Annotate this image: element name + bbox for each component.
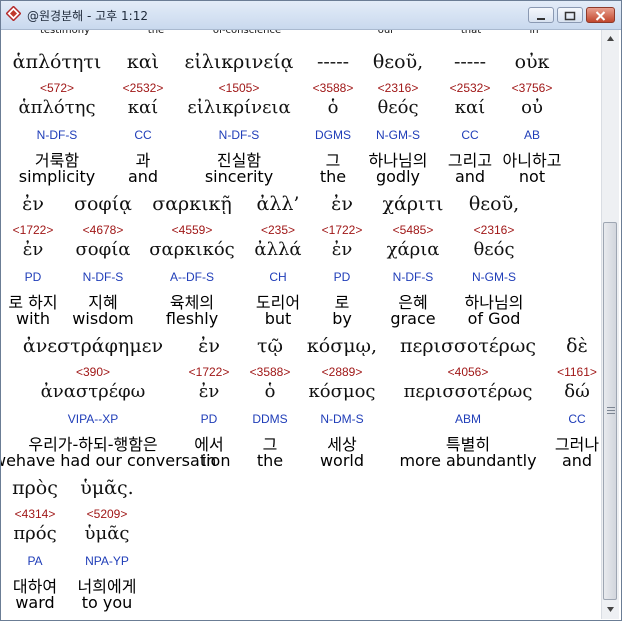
word-strong: <1161> (557, 365, 597, 379)
word-greek: ὑμᾶς. (80, 477, 134, 499)
title-bar[interactable]: @원경분해 - 고후 1:12 (1, 1, 621, 30)
word-english: not (518, 167, 546, 186)
maximize-icon (564, 11, 576, 21)
word-korean: 너희에게 (77, 577, 137, 596)
word-greek: οὐκ (514, 51, 550, 73)
app-logo-icon (6, 6, 21, 21)
top-strip-word: testimony (39, 30, 91, 36)
word-lemma: οὐ (521, 97, 543, 118)
word-strong: <2316> (473, 223, 515, 237)
top-strip-word: in (529, 30, 539, 36)
top-strip-word: of-conscience (212, 30, 282, 36)
arrow-down-icon (607, 607, 614, 612)
top-strip-word: the (147, 30, 165, 36)
arrow-up-icon (607, 36, 614, 41)
scroll-down-button[interactable] (604, 602, 617, 616)
word-english: and (561, 451, 593, 470)
word-parse: N-GM-S (472, 270, 516, 284)
word-english: of God (467, 309, 521, 328)
word-korean: 그러나 (554, 435, 600, 454)
close-button[interactable] (586, 7, 615, 23)
word-parse: NPA-YP (85, 554, 129, 568)
window-title: @원경분해 - 고후 1:12 (27, 9, 148, 23)
maximize-button[interactable] (557, 7, 583, 23)
word-english: to you (81, 593, 133, 612)
word-lemma: ὑμᾶς (84, 523, 130, 544)
word-greek: θεοῦ, (468, 193, 520, 215)
word-korean: 아니하고 (502, 151, 562, 170)
word-lemma: δώ (564, 381, 590, 402)
word-strong: <3756> (511, 81, 553, 95)
word-lemma: θεός (473, 239, 515, 260)
word-greek: δὲ (566, 335, 588, 357)
scroll-up-button[interactable] (604, 32, 617, 46)
word-strong: <5209> (86, 507, 128, 521)
app-window: @원경분해 - 고후 1:12 testimony the of-conscie… (0, 0, 622, 621)
top-strip-word: that (460, 30, 482, 36)
close-icon (595, 11, 606, 21)
minimize-button[interactable] (528, 7, 554, 23)
word-parse: CC (568, 412, 586, 426)
minimize-icon (537, 18, 545, 20)
top-strip-word: our (377, 30, 395, 36)
word-korean: 하나님의 (464, 293, 524, 312)
interlinear-view[interactable]: testimony the of-conscience our that in … (1, 30, 601, 620)
word-parse: AB (523, 128, 540, 142)
scroll-thumb[interactable] (603, 222, 617, 600)
vertical-scrollbar[interactable] (601, 30, 619, 619)
